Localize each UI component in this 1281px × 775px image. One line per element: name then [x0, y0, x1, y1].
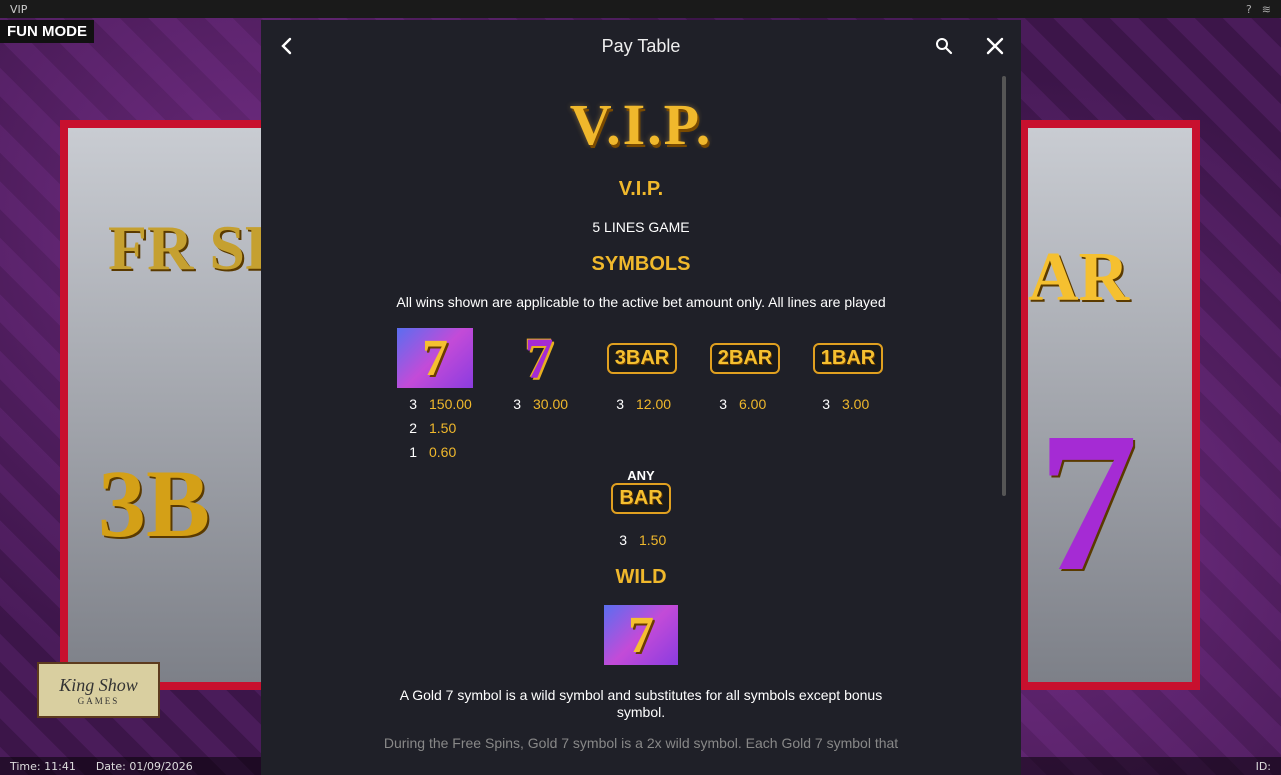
- wild-description-continued: During the Free Spins, Gold 7 symbol is …: [383, 735, 899, 751]
- paytable-title: Pay Table: [601, 35, 681, 56]
- wifi-icon: ≋: [1261, 2, 1271, 16]
- triple-bar-icon: 3BAR: [606, 342, 678, 374]
- brand-sub: GAMES: [77, 695, 120, 706]
- pay-line: 3 6.00: [719, 396, 767, 412]
- game-name: V.I.P.: [618, 178, 664, 200]
- double-bar-icon: 2BAR: [709, 342, 781, 374]
- fun-mode-badge: FUN MODE: [0, 20, 94, 43]
- pay-line: 3 12.00: [616, 396, 672, 412]
- pay-line: 1 0.60: [409, 444, 457, 460]
- help-button[interactable]: ?: [1246, 3, 1252, 16]
- any-bar-icon: BAR: [611, 483, 671, 514]
- window-title: VIP: [10, 2, 28, 16]
- symbols-row: 7 3 150.00 2 1.50 1 0.60 7 3 30.00 3BAR 3 12.…: [261, 325, 1021, 468]
- symbol-any-bar: ANY BAR 3 1.50: [261, 468, 1021, 558]
- pay-line: 2 1.50: [409, 420, 457, 436]
- window-title-bar: VIP ? ≋: [0, 0, 1281, 18]
- time-readout: Time: 11:41: [10, 759, 76, 773]
- symbol-triple-bar: 3BAR 3 12.00: [604, 328, 680, 416]
- single-bar-icon: 1BAR: [812, 342, 884, 374]
- lines-info: 5 LINES GAME: [592, 219, 690, 235]
- free-spins-symbol: FR SP: [108, 212, 284, 283]
- wild-seven-icon: 7: [604, 605, 678, 665]
- search-icon[interactable]: [933, 35, 955, 57]
- date-readout: Date: 01/09/2026: [95, 759, 193, 773]
- symbol-double-bar: 2BAR 3 6.00: [707, 328, 783, 416]
- three-bar-symbol: 3B: [98, 450, 211, 557]
- purple-seven-symbol: 7: [1038, 392, 1138, 613]
- wild-heading: WILD: [615, 566, 667, 588]
- paytable-header: Pay Table: [261, 20, 1021, 72]
- session-id: ID:: [1255, 759, 1271, 773]
- right-reel-frame: AR 7: [1020, 120, 1200, 690]
- back-arrow-icon[interactable]: [275, 34, 299, 58]
- symbol-single-bar: 1BAR 3 3.00: [810, 328, 886, 416]
- pay-line: 3 30.00: [513, 396, 569, 412]
- pay-line: 3 1.50: [619, 532, 667, 548]
- paytable-note: All wins shown are applicable to the act…: [396, 294, 886, 310]
- vip-logo: V.I.P.: [569, 92, 713, 157]
- gold-seven-wild-icon: 7: [397, 328, 473, 388]
- any-label: ANY: [627, 468, 655, 483]
- bar-symbol: AR: [1028, 239, 1130, 316]
- symbol-purple-seven: 7 3 30.00: [501, 325, 577, 416]
- pay-line: 3 150.00: [409, 396, 472, 412]
- purple-seven-icon: 7: [524, 325, 554, 391]
- brand-name: King Show: [59, 674, 138, 695]
- wild-description: A Gold 7 symbol is a wild symbol and sub…: [399, 687, 883, 720]
- king-show-games-logo: King Show GAMES: [37, 662, 160, 718]
- paytable-content: V.I.P. V.I.P. 5 LINES GAME SYMBOLS All w…: [261, 72, 1021, 752]
- pay-line: 3 3.00: [822, 396, 870, 412]
- symbol-gold-seven: 7 3 150.00 2 1.50 1 0.60: [397, 328, 473, 464]
- close-icon[interactable]: [983, 34, 1007, 58]
- paytable-panel: Pay Table V.I.P. V.I.P. 5 LINES GAME SYM…: [261, 20, 1021, 775]
- symbols-heading: SYMBOLS: [591, 253, 691, 275]
